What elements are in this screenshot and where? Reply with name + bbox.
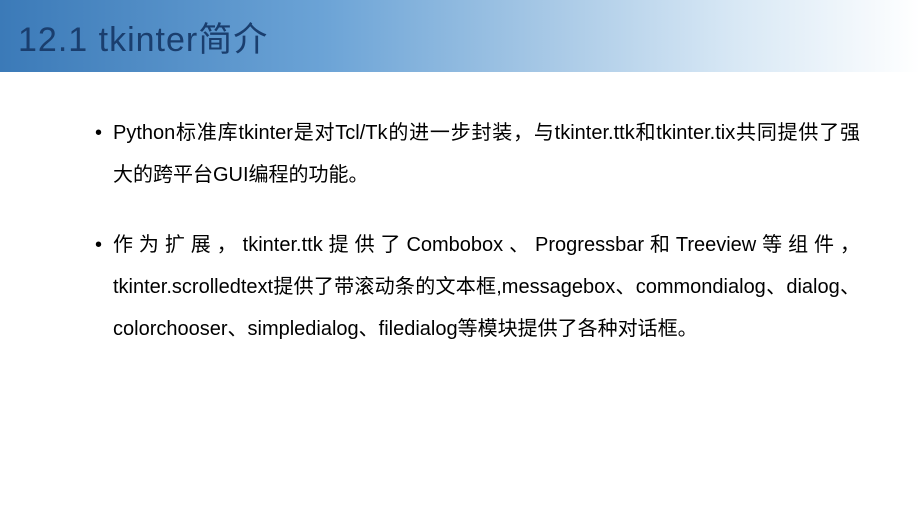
bullet-point: Python标准库tkinter是对Tcl/Tk的进一步封装，与tkinter.… xyxy=(95,112,860,196)
slide-header: 12.1 tkinter简介 xyxy=(0,0,920,72)
bullet-text: Python标准库tkinter是对Tcl/Tk的进一步封装，与tkinter.… xyxy=(113,122,860,186)
slide-title: 12.1 tkinter简介 xyxy=(18,12,268,61)
bullet-point: 作为扩展，tkinter.ttk提供了Combobox、Progressbar和… xyxy=(95,224,860,350)
bullet-text: 作为扩展，tkinter.ttk提供了Combobox、Progressbar和… xyxy=(113,234,860,340)
slide-content: Python标准库tkinter是对Tcl/Tk的进一步封装，与tkinter.… xyxy=(0,72,920,398)
